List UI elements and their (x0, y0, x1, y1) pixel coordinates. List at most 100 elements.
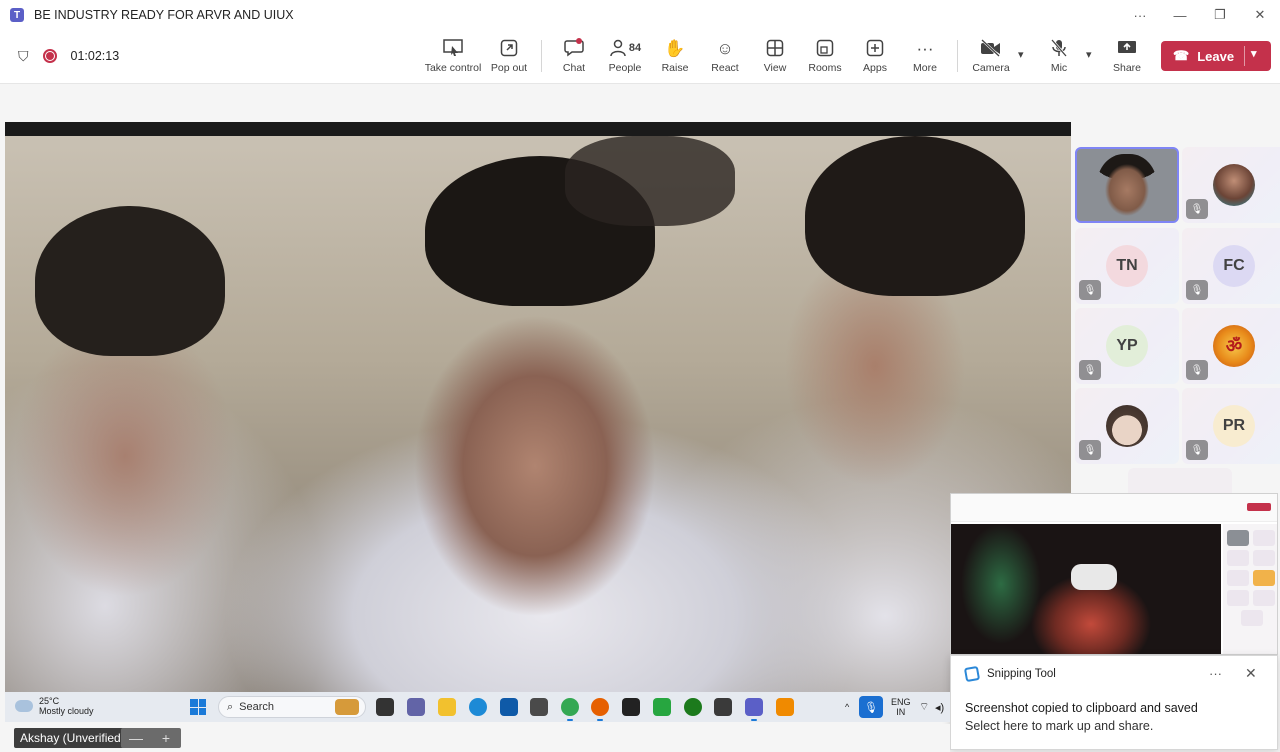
leave-divider (1244, 46, 1245, 66)
firefox-browser-icon[interactable] (591, 698, 609, 721)
unity-hub-icon[interactable] (530, 698, 548, 716)
share-screen-icon (1117, 36, 1137, 60)
participant-tile-photo[interactable]: 🎙 (1182, 147, 1280, 223)
restore-button[interactable]: ❐ (1200, 0, 1240, 30)
notification-message: Screenshot copied to clipboard and saved (965, 701, 1198, 715)
xbox-icon[interactable] (684, 698, 702, 716)
vlc-player-icon[interactable] (776, 698, 794, 716)
camera-button[interactable]: Camera (972, 36, 1010, 80)
rooms-button[interactable]: Rooms (808, 36, 842, 80)
camera-label: Camera (972, 62, 1010, 74)
apps-label: Apps (863, 62, 887, 74)
mic-in-use-icon[interactable]: 🎙 (859, 696, 883, 718)
participant-tile-tn[interactable]: TN 🎙 (1075, 228, 1179, 304)
toolbar-divider (541, 40, 542, 72)
add-apps-icon (866, 36, 884, 60)
take-control-button[interactable]: Take control (425, 36, 481, 80)
om-emblem-icon: ॐ (1213, 325, 1255, 367)
weather-condition: Mostly cloudy (39, 706, 94, 716)
shared-video (5, 136, 1071, 692)
react-button[interactable]: ☺ React (710, 36, 740, 80)
weather-temperature: 25°C (39, 696, 60, 706)
snipping-tool-notification[interactable]: Snipping Tool ··· ✕ Screenshot copied to… (950, 655, 1278, 750)
react-label: React (711, 62, 739, 74)
participant-tile-emblem[interactable]: ॐ 🎙 (1182, 308, 1280, 384)
screen-share-footer: Akshay (Unverified) — + (0, 724, 950, 752)
mic-button[interactable]: Mic (1046, 36, 1072, 80)
mic-muted-icon: 🎙 (1186, 440, 1208, 460)
participant-tile-video[interactable] (1075, 147, 1179, 223)
more-options-icon[interactable]: ··· (1120, 0, 1160, 30)
notification-app-name: Snipping Tool (987, 668, 1056, 680)
meeting-toolbar: ⛉ 01:02:13 Take control Pop out Chat 84 … (0, 30, 1280, 84)
raise-hand-button[interactable]: ✋ Raise (660, 36, 690, 80)
camera-off-icon (980, 36, 1002, 60)
teams-logo-icon: T (10, 8, 24, 22)
mic-muted-icon: 🎙 (1079, 360, 1101, 380)
people-button[interactable]: 84 People (604, 36, 646, 80)
mic-muted-icon: 🎙 (1186, 280, 1208, 300)
microsoft-store-icon[interactable] (500, 698, 518, 716)
avatar-initials: YP (1106, 325, 1148, 367)
leave-button[interactable]: ☎ Leave ▾ (1161, 41, 1271, 71)
people-count: 84 (628, 41, 642, 54)
close-button[interactable]: ✕ (1240, 0, 1280, 30)
take-control-icon (443, 36, 463, 60)
presenter-name-tag: Akshay (Unverified) (14, 728, 131, 748)
task-view-icon[interactable] (376, 698, 394, 716)
avatar-initials: TN (1106, 245, 1148, 287)
participant-tile-pr[interactable]: PR 🎙 (1182, 388, 1280, 464)
preview-gallery (1223, 524, 1277, 654)
shared-screen-stage (5, 122, 1071, 692)
shield-icon[interactable]: ⛉ (18, 48, 29, 65)
zoom-in-button[interactable]: + (151, 728, 181, 748)
weather-widget[interactable]: 25°C Mostly cloudy (13, 695, 94, 716)
leave-label: Leave (1197, 48, 1235, 64)
people-label: People (608, 62, 642, 74)
ellipsis-icon: ··· (916, 38, 934, 58)
title-bar: T BE INDUSTRY READY FOR ARVR AND UIUX ··… (0, 0, 1280, 30)
speaker-icon[interactable]: ◂) (935, 692, 944, 722)
meeting-timer: 01:02:13 (70, 49, 120, 63)
more-button[interactable]: ··· More (910, 36, 940, 80)
teams-app-icon[interactable] (745, 698, 763, 721)
mic-options-chevron-icon[interactable]: ▾ (1086, 48, 1092, 61)
notification-close-icon[interactable]: ✕ (1245, 665, 1257, 682)
windows-start-icon[interactable] (190, 699, 206, 715)
notification-more-icon[interactable]: ··· (1209, 666, 1222, 681)
show-hidden-icons-chevron-icon[interactable]: ^ (845, 692, 849, 722)
share-label: Share (1112, 62, 1142, 74)
participant-tile-fc[interactable]: FC 🎙 (1182, 228, 1280, 304)
epic-games-icon[interactable] (622, 698, 640, 716)
participant-tile-cartoon[interactable]: 🎙 (1075, 388, 1179, 464)
share-button[interactable]: Share (1112, 36, 1142, 80)
snipping-tool-icon (963, 665, 981, 683)
chrome-browser-icon[interactable] (561, 698, 579, 721)
chat-button[interactable]: Chat (560, 36, 588, 80)
camera-options-chevron-icon[interactable]: ▾ (1018, 48, 1024, 61)
apps-button[interactable]: Apps (862, 36, 888, 80)
preview-toolbar (951, 494, 1277, 522)
leave-options-chevron-icon[interactable]: ▾ (1251, 47, 1257, 60)
view-button[interactable]: View (762, 36, 788, 80)
zoom-out-button[interactable]: — (121, 728, 151, 748)
camtasia-icon[interactable] (653, 698, 671, 716)
raise-label: Raise (661, 62, 689, 74)
language-indicator[interactable]: ENG IN (891, 692, 911, 722)
participant-tile-yp[interactable]: YP 🎙 (1075, 308, 1179, 384)
view-label: View (763, 62, 787, 74)
language-code: ENG (891, 697, 911, 707)
toolbar-divider (957, 40, 958, 72)
mic-muted-icon: 🎙 (1079, 280, 1101, 300)
teams-chat-icon[interactable] (407, 698, 425, 716)
screenshot-preview[interactable] (950, 493, 1278, 655)
mic-label: Mic (1050, 62, 1068, 74)
minimize-button[interactable]: — (1160, 0, 1200, 30)
sticky-notes-icon[interactable] (714, 698, 732, 716)
edge-browser-icon[interactable] (469, 698, 487, 716)
taskbar-search[interactable]: ⌕ Search (218, 696, 366, 718)
wifi-icon[interactable]: ⌔ (919, 692, 929, 722)
file-explorer-icon[interactable] (438, 698, 456, 716)
pop-out-button[interactable]: Pop out (488, 36, 530, 80)
chat-icon (564, 36, 584, 60)
